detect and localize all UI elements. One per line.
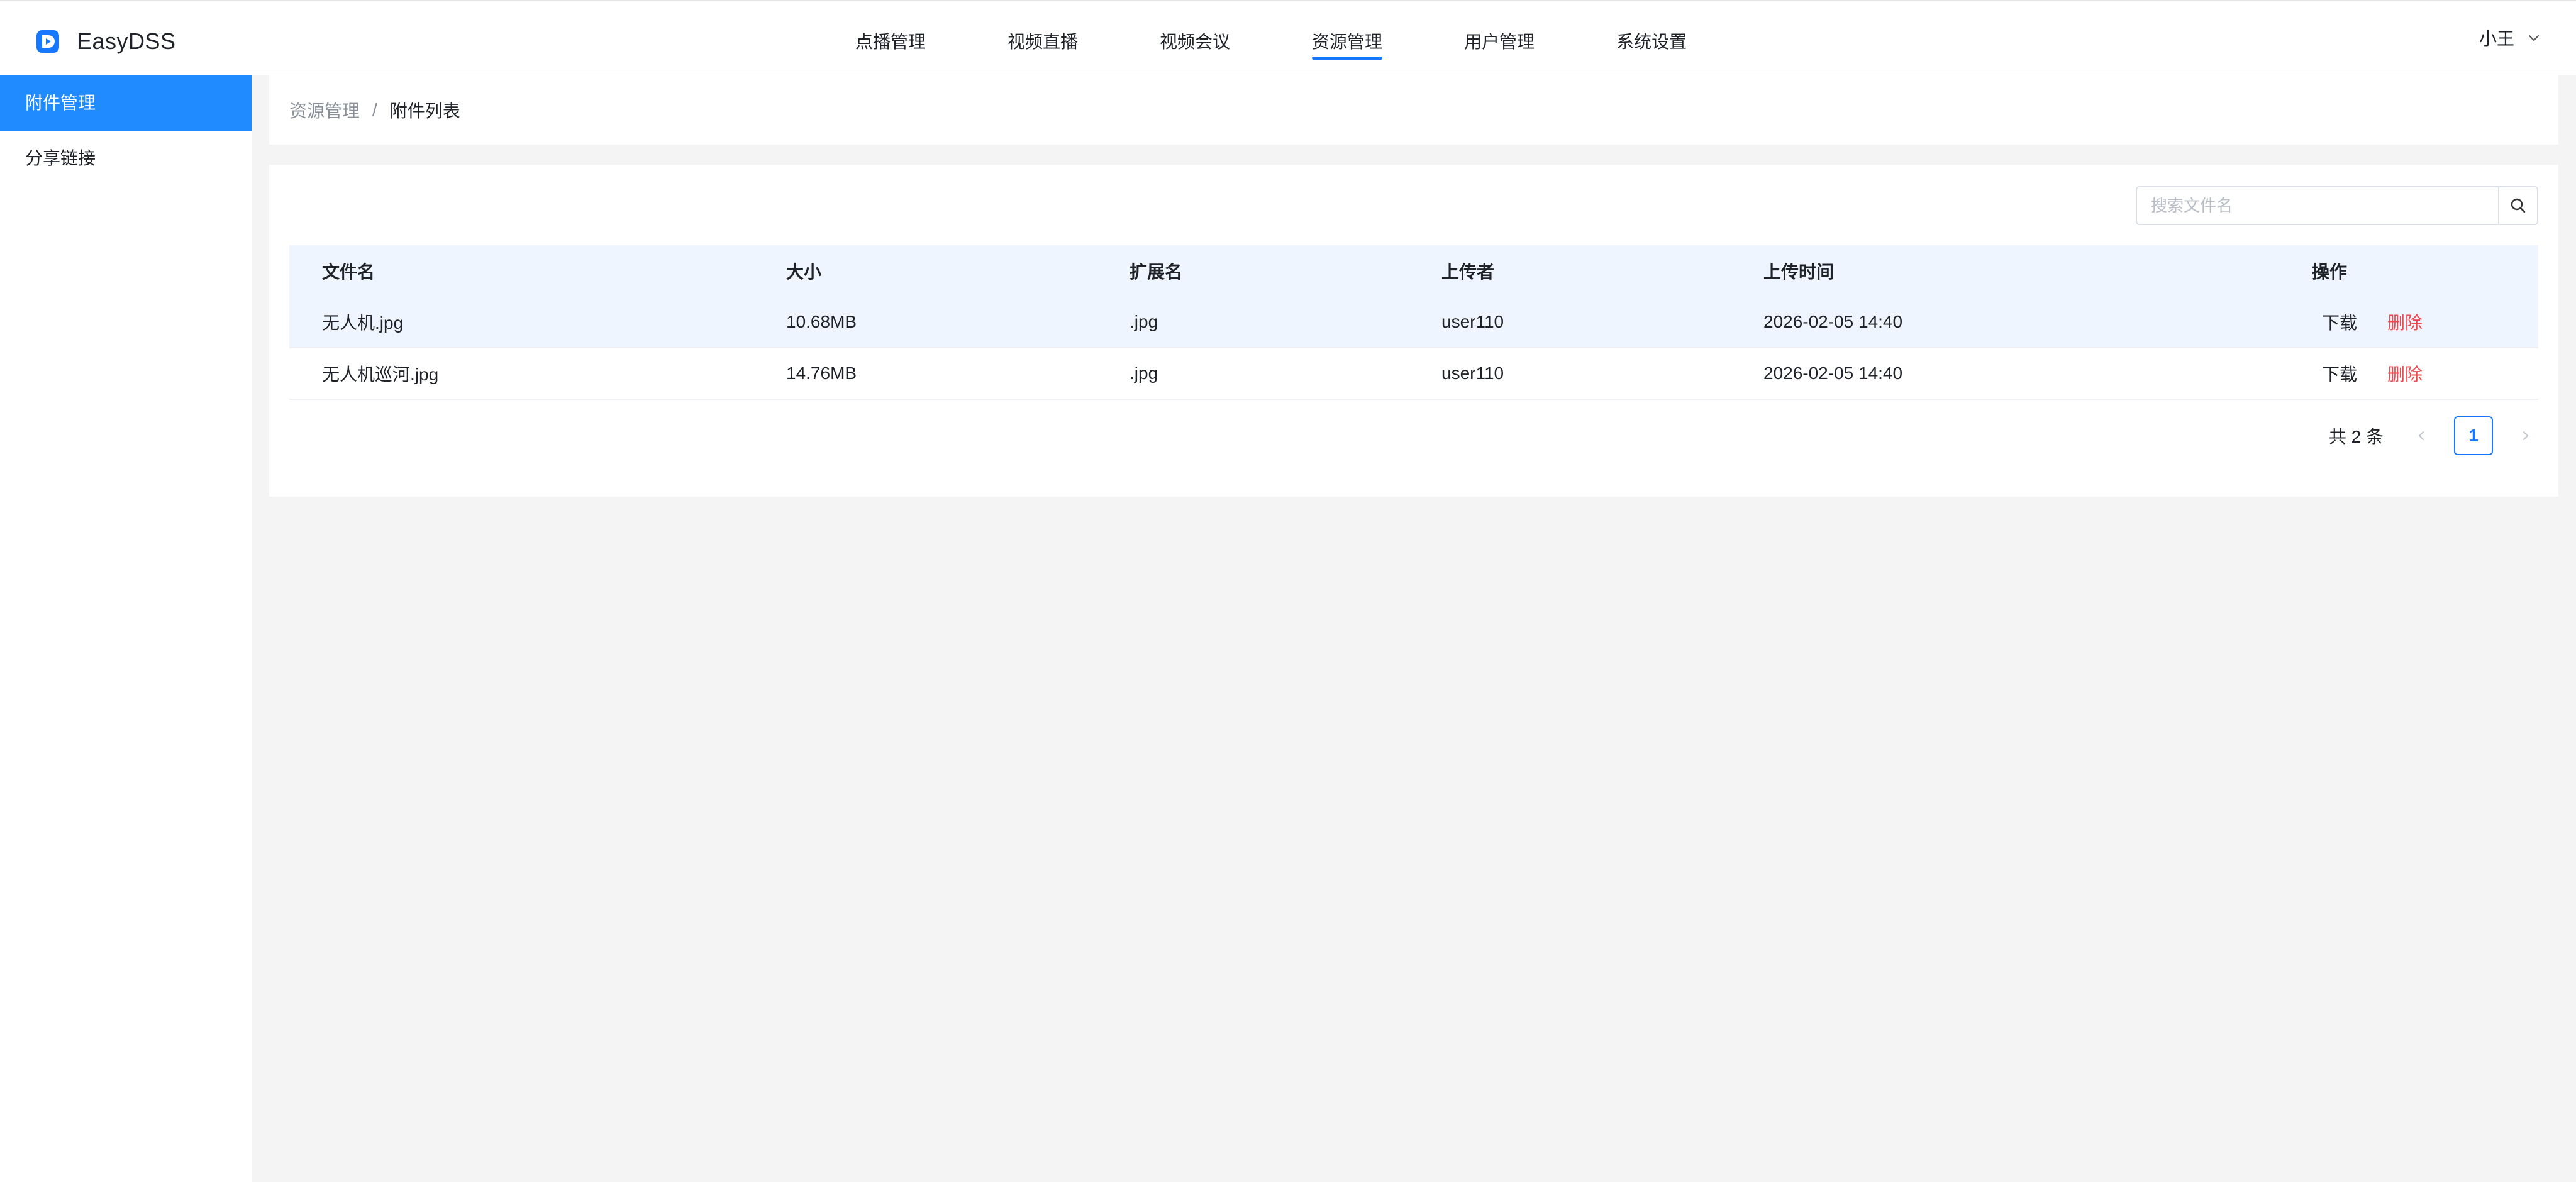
top-header: EasyDSS 点播管理 视频直播 视频会议 资源管理 用户管理 系统设置 小王	[0, 0, 2576, 75]
cell-uploader: user110	[1441, 363, 1504, 383]
attachment-list-panel: 文件名 大小 扩展名 上传者 上传时间 操作 无人机.jpg 10.68MB .…	[269, 165, 2558, 497]
attachment-table: 文件名 大小 扩展名 上传者 上传时间 操作 无人机.jpg 10.68MB .…	[289, 245, 2538, 400]
chevron-down-icon	[2529, 35, 2539, 41]
nav-item-users[interactable]: 用户管理	[1464, 1, 1535, 77]
cell-actions: 下载 删除	[2312, 309, 2423, 334]
sidebar-item-share-links[interactable]: 分享链接	[0, 131, 252, 186]
column-header-upload-time: 上传时间	[1763, 262, 1835, 282]
nav-item-meeting[interactable]: 视频会议	[1160, 1, 1230, 77]
next-page-button[interactable]	[2513, 423, 2538, 448]
user-menu[interactable]: 小王	[2479, 25, 2541, 50]
page-number-button[interactable]: 1	[2454, 416, 2493, 455]
chevron-right-icon	[2523, 431, 2528, 440]
brand[interactable]: EasyDSS	[35, 24, 176, 59]
pagination-total: 共 2 条	[2328, 427, 2384, 446]
table-row[interactable]: 无人机巡河.jpg 14.76MB .jpg user110 2026-02-0…	[289, 348, 2538, 400]
download-link[interactable]: 下载	[2322, 365, 2357, 384]
cell-file-name: 无人机巡河.jpg	[322, 365, 439, 384]
cell-upload-time: 2026-02-05 14:40	[1763, 363, 1903, 383]
cell-size: 14.76MB	[786, 363, 857, 383]
play-logo-icon	[36, 30, 59, 53]
cell-extension: .jpg	[1130, 363, 1158, 383]
breadcrumb-parent[interactable]: 资源管理	[289, 97, 360, 123]
user-name: 小王	[2479, 29, 2514, 48]
chevron-left-icon	[2419, 431, 2424, 440]
breadcrumb-current: 附件列表	[389, 101, 460, 121]
table-row[interactable]: 无人机.jpg 10.68MB .jpg user110 2026-02-05 …	[289, 297, 2538, 348]
table-header: 文件名 大小 扩展名 上传者 上传时间 操作	[289, 245, 2538, 297]
delete-link[interactable]: 删除	[2387, 313, 2423, 333]
top-nav: 点播管理 视频直播 视频会议 资源管理 用户管理 系统设置	[855, 1, 1687, 77]
breadcrumb-separator: /	[372, 100, 377, 119]
delete-link[interactable]: 删除	[2387, 365, 2423, 384]
search-box	[2136, 186, 2538, 225]
cell-file-name: 无人机.jpg	[322, 313, 404, 333]
cell-uploader: user110	[1441, 312, 1504, 331]
nav-item-live[interactable]: 视频直播	[1008, 1, 1078, 77]
sidebar-item-attachments[interactable]: 附件管理	[0, 75, 252, 131]
search-input[interactable]	[2137, 187, 2498, 224]
nav-item-resources[interactable]: 资源管理	[1312, 1, 1383, 77]
nav-item-settings[interactable]: 系统设置	[1616, 1, 1687, 77]
column-header-size: 大小	[786, 262, 822, 282]
sidebar: 附件管理 分享链接	[0, 75, 252, 1182]
column-header-uploader: 上传者	[1441, 262, 1495, 282]
search-button[interactable]	[2498, 187, 2537, 224]
cell-extension: .jpg	[1130, 312, 1158, 331]
column-header-extension: 扩展名	[1130, 262, 1183, 282]
search-icon	[2511, 198, 2526, 213]
download-link[interactable]: 下载	[2322, 313, 2357, 333]
column-header-name: 文件名	[322, 262, 375, 282]
cell-size: 10.68MB	[786, 312, 857, 331]
prev-page-button[interactable]	[2409, 423, 2434, 448]
column-header-actions: 操作	[2312, 262, 2348, 282]
pagination: 共 2 条 1	[2329, 416, 2538, 455]
cell-upload-time: 2026-02-05 14:40	[1763, 312, 1903, 331]
breadcrumb: 资源管理 / 附件列表	[269, 75, 2558, 145]
app-name: EasyDSS	[77, 28, 176, 54]
cell-actions: 下载 删除	[2312, 361, 2423, 386]
nav-item-vod[interactable]: 点播管理	[855, 1, 926, 77]
